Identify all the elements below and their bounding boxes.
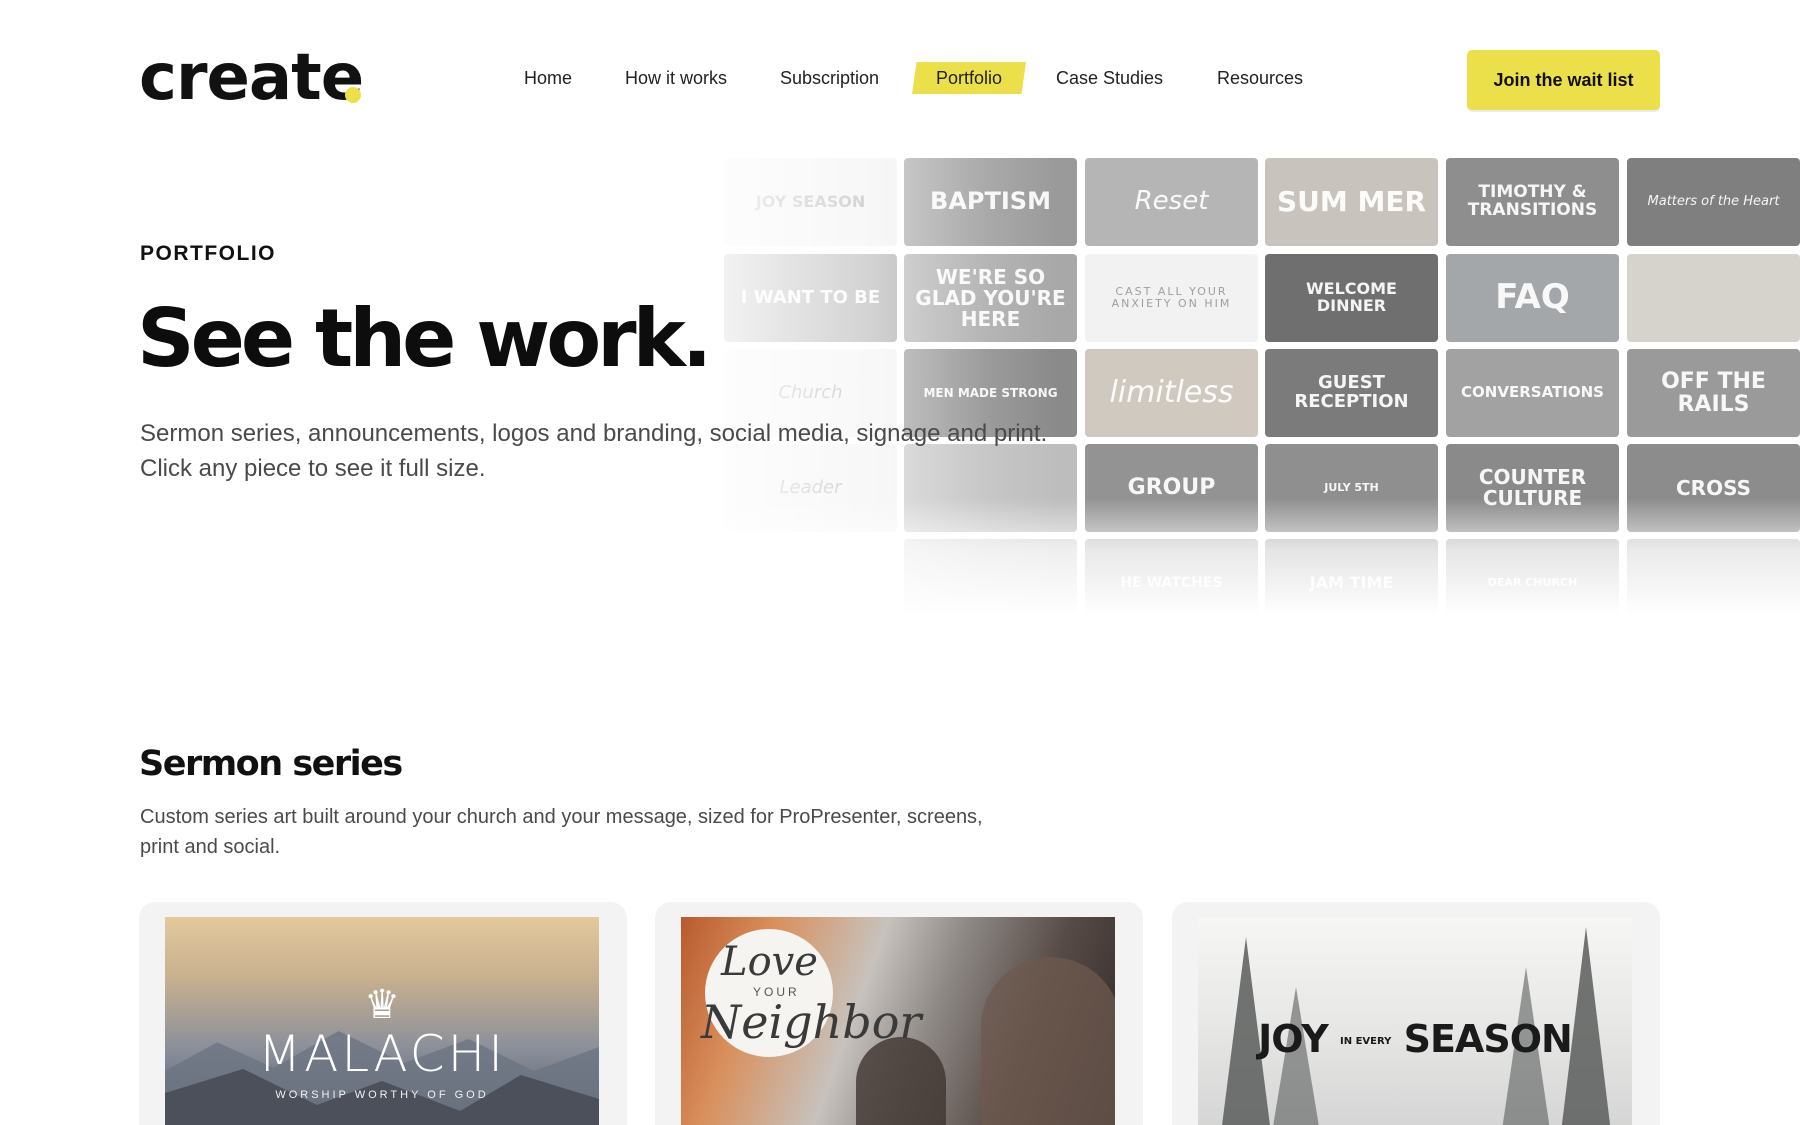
mosaic-tile[interactable]: Reset [1085, 158, 1258, 246]
mosaic-tile[interactable]: JAM TIME [1265, 539, 1438, 627]
mosaic-tile[interactable]: FAQ [1446, 254, 1619, 342]
mosaic-tile[interactable]: Matters of the Heart [1627, 158, 1800, 246]
portfolio-mosaic: JOY SEASON BAPTISM Reset SUM MER TIMOTHY… [640, 158, 1800, 628]
mosaic-tile[interactable] [904, 539, 1077, 627]
mosaic-tile[interactable]: OFF THE RAILS [1627, 349, 1800, 437]
mosaic-tile[interactable]: GUEST RECEPTION [1265, 349, 1438, 437]
mosaic-tile[interactable]: CROSS [1627, 444, 1800, 532]
photo-person [856, 1037, 946, 1125]
mosaic-tile[interactable]: JOY SEASON [724, 158, 897, 246]
mosaic-tile[interactable]: DEAR CHURCH [1446, 539, 1619, 627]
hero-eyebrow: PORTFOLIO [140, 242, 276, 265]
card-image: JOY IN EVERY SEASON [1198, 917, 1632, 1125]
mosaic-tile[interactable]: limitless [1085, 349, 1258, 437]
mosaic-tile[interactable]: I WANT TO BE [724, 254, 897, 342]
mosaic-tile[interactable]: COUNTER CULTURE [1446, 444, 1619, 532]
card-title-left: JOY [1258, 1017, 1329, 1061]
mosaic-tile[interactable] [1627, 539, 1800, 627]
mosaic-tile[interactable]: CAST ALL YOUR ANXIETY ON HIM [1085, 254, 1258, 342]
card-image: Love YOUR Neighbor [681, 917, 1115, 1125]
mosaic-tile[interactable]: WELCOME DINNER [1265, 254, 1438, 342]
section-title-sermon-series: Sermon series [139, 744, 403, 784]
mosaic-tile[interactable]: TIMOTHY & TRANSITIONS [1446, 158, 1619, 246]
nav-portfolio[interactable]: Portfolio [912, 62, 1027, 94]
section-subtitle: Custom series art built around your chur… [140, 806, 983, 858]
nav-case-studies[interactable]: Case Studies [1056, 62, 1163, 94]
portfolio-card-malachi[interactable]: ♛ MALACHI WORSHIP WORTHY OF GOD [139, 902, 627, 1125]
mosaic-tile[interactable]: HE WATCHES [1085, 539, 1258, 627]
card-image: ♛ MALACHI WORSHIP WORTHY OF GOD [165, 917, 599, 1125]
hero-subtitle: Sermon series, announcements, logos and … [140, 420, 1048, 482]
mosaic-tile[interactable]: WE'RE SO GLAD YOU'RE HERE [904, 254, 1077, 342]
card-title-bottom: Neighbor [701, 995, 922, 1049]
logo-dot [345, 87, 361, 103]
photo-person [981, 957, 1115, 1125]
mosaic-tile[interactable]: BAPTISM [904, 158, 1077, 246]
mosaic-tile[interactable]: JULY 5TH [1265, 444, 1438, 532]
mosaic-tile[interactable]: GROUP [1085, 444, 1258, 532]
card-title-top: Love [721, 939, 818, 985]
mosaic-tile[interactable] [1627, 254, 1800, 342]
nav-resources[interactable]: Resources [1217, 62, 1303, 94]
mosaic-tile[interactable]: SUM MER [1265, 158, 1438, 246]
nav-subscription[interactable]: Subscription [780, 62, 879, 94]
card-title-small: IN EVERY [1340, 1036, 1392, 1047]
card-title: MALACHI [258, 1025, 506, 1083]
page-title: See the work. [137, 292, 712, 385]
card-title-right: SEASON [1403, 1017, 1573, 1061]
card-tagline: WORSHIP WORTHY OF GOD [275, 1089, 489, 1101]
logo[interactable]: create [139, 46, 364, 110]
nav-how-it-works[interactable]: How it works [625, 62, 727, 94]
crown-icon: ♛ [364, 983, 400, 1027]
portfolio-card-love-your-neighbor[interactable]: Love YOUR Neighbor [655, 902, 1143, 1125]
portfolio-card-joy-in-every-season[interactable]: JOY IN EVERY SEASON [1172, 902, 1660, 1125]
card-title: JOY IN EVERY SEASON [1198, 1017, 1632, 1061]
join-wait-list-button[interactable]: Join the wait list [1467, 50, 1660, 110]
nav-home[interactable]: Home [524, 62, 572, 94]
mosaic-tile[interactable]: CONVERSATIONS [1446, 349, 1619, 437]
